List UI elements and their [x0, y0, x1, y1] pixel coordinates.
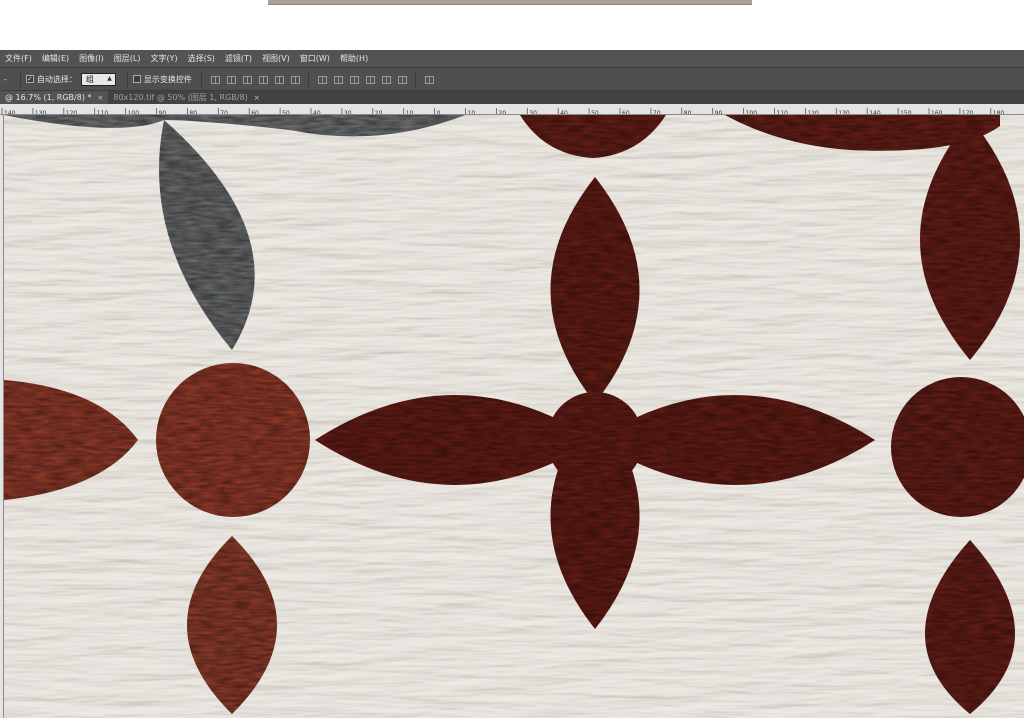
distribute-top-icon[interactable]: [317, 74, 327, 84]
tab-document-1[interactable]: @ 16.7% (1, RGB/8) * ×: [0, 91, 109, 104]
auto-select-label: 自动选择：: [36, 74, 77, 84]
distribute-bottom-icon[interactable]: [349, 74, 359, 84]
menu-select[interactable]: 选择(S): [188, 53, 215, 64]
menu-view[interactable]: 视图(V): [262, 53, 290, 64]
ruler-ticks: 140 130 120 110 100 90 80 70 60 50 40 30 20 10 0 10 20 30…: [1, 108, 1004, 114]
align-top-icon[interactable]: [210, 74, 220, 84]
document-canvas[interactable]: [4, 115, 1024, 718]
separator: [126, 71, 128, 87]
tool-preset-dropdown[interactable]: -: [4, 75, 7, 84]
align-bottom-icon[interactable]: [242, 74, 252, 84]
distribute-left-icon[interactable]: [365, 74, 375, 84]
align-right-icon[interactable]: [290, 74, 300, 84]
menu-help[interactable]: 帮助(H): [340, 53, 368, 64]
menu-image[interactable]: 图像(I): [79, 53, 104, 64]
align-vcenter-icon[interactable]: [226, 74, 236, 84]
auto-select-checkbox[interactable]: ✓: [25, 75, 34, 83]
menu-bar: 文件(F) 编辑(E) 图像(I) 图层(L) 文字(Y) 选择(S) 滤镜(T…: [0, 50, 1024, 67]
tile-pattern-image: [4, 115, 1024, 718]
separator: [307, 71, 309, 87]
align-hcenter-icon[interactable]: [274, 74, 284, 84]
close-icon[interactable]: ×: [254, 94, 260, 102]
distribute-right-icon[interactable]: [397, 74, 407, 84]
menu-layer[interactable]: 图层(L): [114, 53, 141, 64]
align-left-icon[interactable]: [258, 74, 268, 84]
distribute-vcenter-icon[interactable]: [333, 74, 343, 84]
close-icon[interactable]: ×: [98, 94, 104, 102]
separator: [19, 71, 21, 87]
document-tab-bar: @ 16.7% (1, RGB/8) * × 80x120.tif @ 50% …: [0, 91, 1024, 104]
distribute-hcenter-icon[interactable]: [381, 74, 391, 84]
horizontal-ruler[interactable]: 140 130 120 110 100 90 80 70 60 50 40 30 20 10 0 10 20 30…: [0, 104, 1024, 115]
separator: [414, 71, 416, 87]
image-top-edge: [268, 0, 752, 5]
tab-label: 80x120.tif @ 50% (图层 1, RGB/8): [113, 93, 248, 102]
menu-window[interactable]: 窗口(W): [300, 53, 330, 64]
page: 文件(F) 编辑(E) 图像(I) 图层(L) 文字(Y) 选择(S) 滤镜(T…: [0, 0, 1024, 718]
menu-type[interactable]: 文字(Y): [150, 53, 177, 64]
auto-select-value: 组: [85, 74, 94, 84]
tab-document-2[interactable]: 80x120.tif @ 50% (图层 1, RGB/8) ×: [108, 91, 264, 104]
options-bar: - ✓ 自动选择： 组 ▲ 显示变换控件: [0, 67, 1024, 91]
menu-edit[interactable]: 编辑(E): [42, 53, 69, 64]
photoshop-window: 文件(F) 编辑(E) 图像(I) 图层(L) 文字(Y) 选择(S) 滤镜(T…: [0, 50, 1024, 718]
show-transform-label: 显示变换控件: [143, 74, 192, 84]
tab-label: @ 16.7% (1, RGB/8) *: [5, 93, 92, 102]
auto-align-icon[interactable]: [424, 74, 434, 84]
menu-filter[interactable]: 滤镜(T): [225, 53, 252, 64]
separator: [200, 71, 202, 87]
chevron-down-icon: ▲: [107, 74, 112, 82]
menu-file[interactable]: 文件(F): [5, 53, 32, 64]
auto-select-dropdown[interactable]: 组 ▲: [80, 72, 116, 86]
show-transform-checkbox[interactable]: [132, 75, 141, 83]
